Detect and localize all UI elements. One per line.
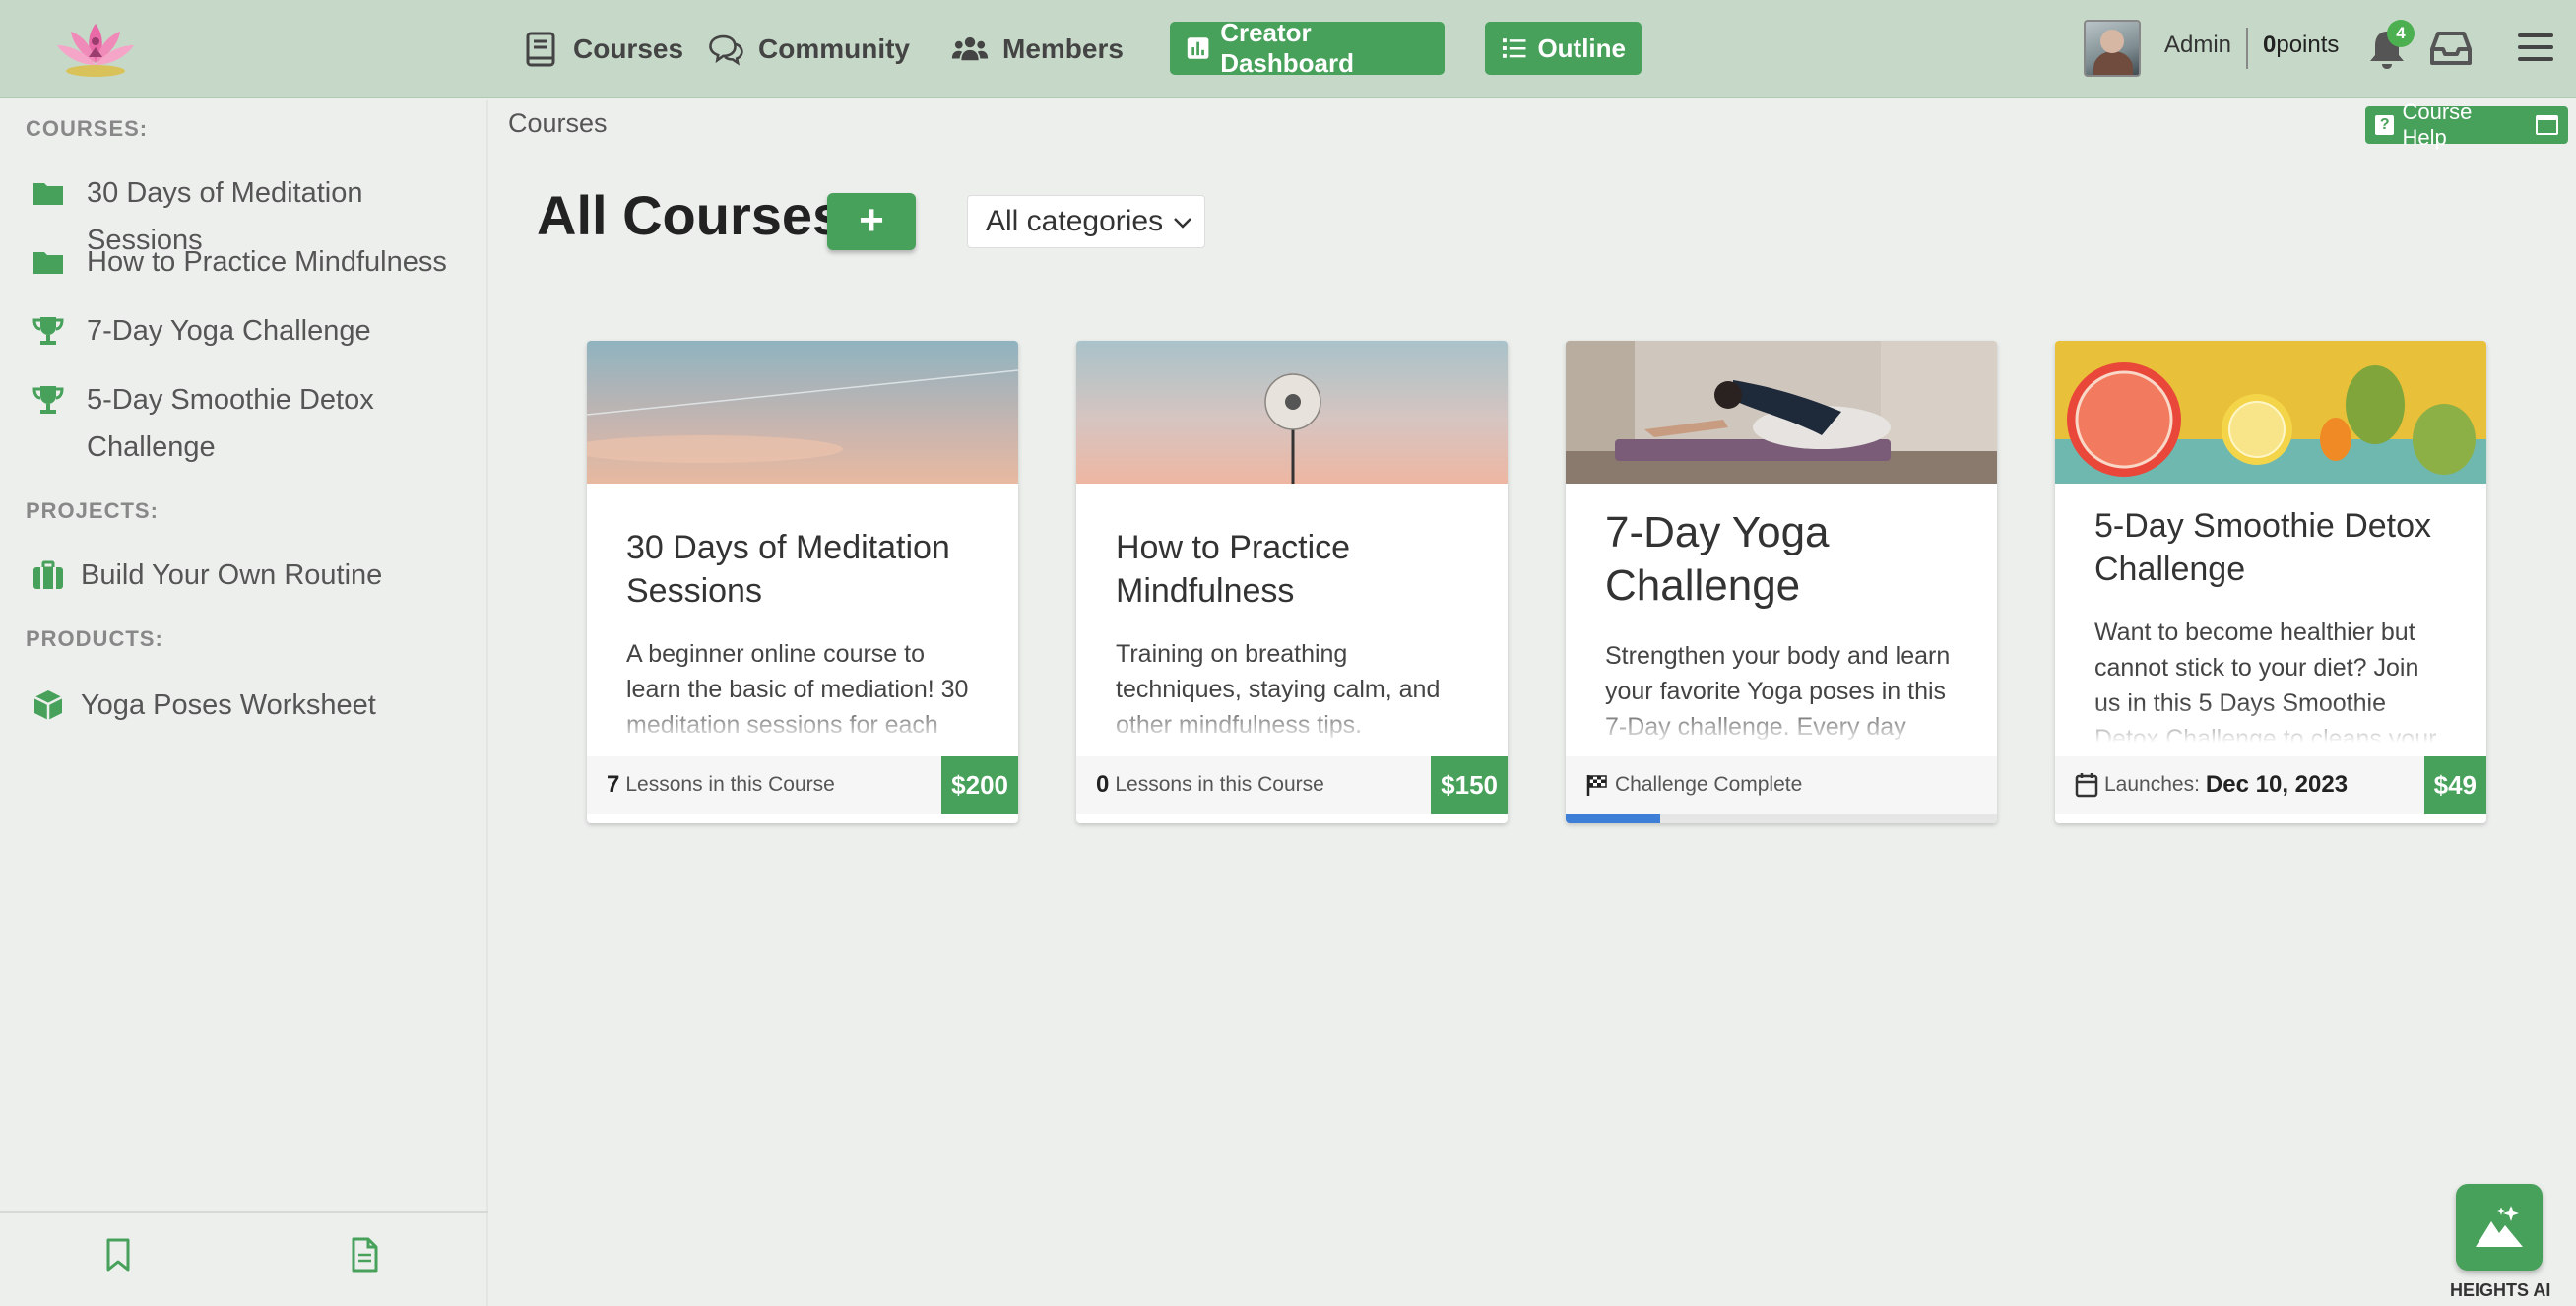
sidebar-item-yoga-challenge[interactable]: 7-Day Yoga Challenge <box>32 307 481 355</box>
sidebar-item-yoga-worksheet[interactable]: Yoga Poses Worksheet <box>32 682 475 729</box>
lessons-label: Lessons in this Course <box>1115 773 1324 796</box>
price-badge: $200 <box>941 756 1018 814</box>
category-select[interactable]: All categories <box>967 195 1205 248</box>
trophy-icon <box>32 386 64 414</box>
nav-courses[interactable]: Courses <box>522 22 683 77</box>
sky-sunset-image <box>587 341 1018 484</box>
progress-fill <box>1566 814 1661 823</box>
page-title: All Courses <box>537 184 844 246</box>
course-card-yoga-challenge[interactable]: 7-Day Yoga Challenge Strengthen your bod… <box>1566 341 1997 823</box>
launch-label: Launches: <box>2104 773 2200 796</box>
citrus-fruits-image <box>2055 341 2486 484</box>
checkered-flag-icon <box>1586 775 1607 796</box>
course-card-description: Training on breathing techniques, stayin… <box>1116 636 1470 743</box>
list-icon <box>1502 38 1526 58</box>
products-heading: PRODUCTS: <box>26 626 163 651</box>
price-badge: $150 <box>1431 756 1508 814</box>
sidebar-footer <box>0 1211 488 1306</box>
category-select-value: All categories <box>986 205 1164 237</box>
progress-bar <box>1566 814 1997 823</box>
inbox-icon[interactable] <box>2430 30 2472 67</box>
lotus-logo-icon[interactable] <box>51 18 140 81</box>
user-name[interactable]: Admin <box>2164 32 2231 59</box>
magic-mountain-icon <box>2476 1206 2523 1247</box>
creator-dashboard-button[interactable]: Creator Dashboard <box>1170 18 1445 78</box>
yoga-pose-image <box>1566 341 1997 484</box>
course-card-meditation[interactable]: 30 Days of Meditation Sessions A beginne… <box>587 341 1018 823</box>
sidebar-item-smoothie-challenge[interactable]: 5-Day Smoothie Detox Challenge <box>32 376 412 471</box>
avatar[interactable] <box>2084 20 2141 77</box>
sidebar-item-build-routine[interactable]: Build Your Own Routine <box>32 552 475 599</box>
hamburger-menu-icon[interactable] <box>2517 30 2554 65</box>
course-card-mindfulness[interactable]: How to Practice Mindfulness Training on … <box>1076 341 1508 823</box>
box-icon <box>33 690 63 720</box>
course-card-title[interactable]: 30 Days of Meditation Sessions <box>626 526 981 613</box>
projects-heading: PROJECTS: <box>26 498 159 523</box>
courses-heading: COURSES: <box>26 116 149 141</box>
sidebar-item-label: Yoga Poses Worksheet <box>81 689 376 721</box>
nav-community[interactable]: Community <box>707 22 910 77</box>
sidebar-item-mindfulness[interactable]: How to Practice Mindfulness <box>32 238 481 286</box>
course-card-smoothie-challenge[interactable]: 5-Day Smoothie Detox Challenge Want to b… <box>2055 341 2486 823</box>
folder-icon <box>33 183 63 205</box>
question-icon: ? <box>2375 115 2395 135</box>
outline-button[interactable]: Outline <box>1485 22 1642 75</box>
points-value: 0 <box>2263 32 2277 58</box>
chat-bubbles-icon <box>709 34 743 66</box>
challenge-status: Challenge Complete <box>1615 773 1803 796</box>
document-icon[interactable] <box>349 1237 380 1273</box>
lessons-count: 7 <box>607 771 620 798</box>
sidebar: COURSES: 30 Days of Meditation Sessions … <box>0 100 488 1306</box>
sidebar-item-label: 7-Day Yoga Challenge <box>87 315 371 347</box>
lessons-count: 0 <box>1096 771 1110 798</box>
heights-ai-label: HEIGHTS AI <box>2450 1280 2551 1300</box>
nav-members[interactable]: Members <box>951 22 1124 77</box>
lessons-label: Lessons in this Course <box>625 773 835 796</box>
launch-date: Dec 10, 2023 <box>2205 771 2349 798</box>
trophy-icon <box>32 317 64 345</box>
chevron-down-icon <box>1174 218 1191 229</box>
course-card-description: Want to become healthier but cannot stic… <box>2094 615 2449 743</box>
add-course-button[interactable]: + <box>827 193 916 250</box>
course-card-title[interactable]: 5-Day Smoothie Detox Challenge <box>2094 504 2449 591</box>
sidebar-item-label: 5-Day Smoothie Detox Challenge <box>87 384 374 463</box>
course-card-description: Strengthen your body and learn your favo… <box>1605 638 1960 745</box>
dandelion-image <box>1076 341 1508 484</box>
notification-badge: 4 <box>2387 20 2415 47</box>
book-icon <box>526 32 555 67</box>
bar-chart-icon <box>1187 37 1209 59</box>
header-divider <box>2246 28 2248 69</box>
sidebar-item-label: Build Your Own Routine <box>81 559 383 591</box>
creator-dashboard-label: Creator Dashboard <box>1220 18 1354 78</box>
breadcrumb[interactable]: Courses <box>508 108 608 139</box>
course-card-title[interactable]: How to Practice Mindfulness <box>1116 526 1470 613</box>
window-icon <box>2535 115 2558 135</box>
course-help-button[interactable]: ? Course Help <box>2365 99 2568 150</box>
nav-members-label: Members <box>1002 33 1124 64</box>
top-bar: Courses Community Members Creator Dashbo… <box>0 0 2576 98</box>
points-display[interactable]: 0points <box>2263 32 2339 59</box>
course-card-footer: Launches: Dec 10, 2023 <box>2055 756 2486 814</box>
calendar-icon <box>2075 773 2098 798</box>
briefcase-icon <box>33 560 63 589</box>
nav-courses-label: Courses <box>573 33 684 64</box>
course-card-footer: Challenge Complete <box>1566 756 1997 814</box>
sidebar-item-label: How to Practice Mindfulness <box>87 246 447 278</box>
nav-community-label: Community <box>758 33 910 64</box>
points-label: points <box>2276 32 2340 58</box>
course-help-label: Course Help <box>2402 99 2473 150</box>
price-badge: $49 <box>2423 756 2486 814</box>
course-card-title[interactable]: 7-Day Yoga Challenge <box>1605 506 1960 613</box>
outline-label: Outline <box>1537 33 1626 63</box>
course-card-description: A beginner online course to learn the ba… <box>626 636 981 743</box>
folder-icon <box>33 252 63 274</box>
bookmark-icon[interactable] <box>102 1237 134 1273</box>
users-icon <box>951 36 989 61</box>
heights-ai-button[interactable] <box>2456 1184 2543 1271</box>
